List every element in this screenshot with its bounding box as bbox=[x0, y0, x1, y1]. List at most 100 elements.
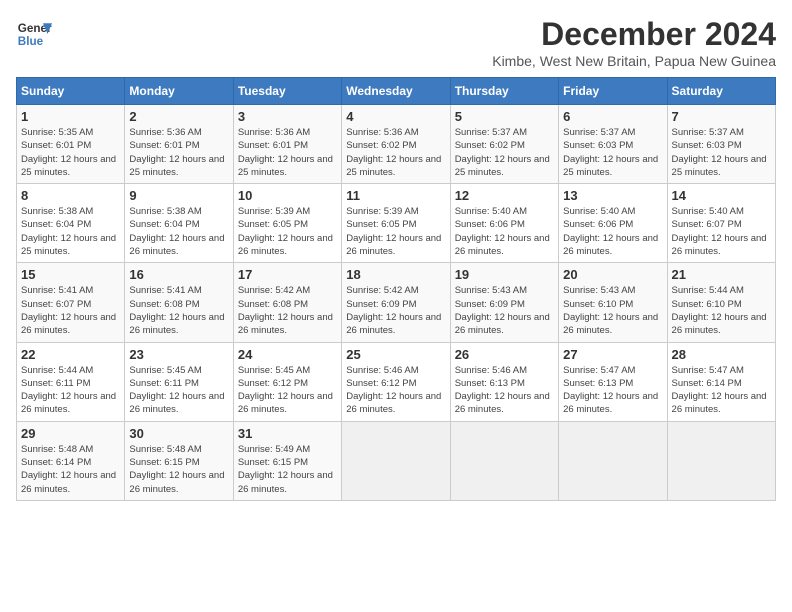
day-info: Sunrise: 5:45 AM Sunset: 6:11 PM Dayligh… bbox=[129, 364, 228, 417]
calendar-cell: 30 Sunrise: 5:48 AM Sunset: 6:15 PM Dayl… bbox=[125, 421, 233, 500]
svg-text:Blue: Blue bbox=[18, 35, 44, 48]
calendar-cell: 6 Sunrise: 5:37 AM Sunset: 6:03 PM Dayli… bbox=[559, 105, 667, 184]
calendar-cell: 31 Sunrise: 5:49 AM Sunset: 6:15 PM Dayl… bbox=[233, 421, 341, 500]
day-number: 18 bbox=[346, 267, 445, 282]
day-number: 2 bbox=[129, 109, 228, 124]
location-subtitle: Kimbe, West New Britain, Papua New Guine… bbox=[492, 53, 776, 69]
day-info: Sunrise: 5:36 AM Sunset: 6:01 PM Dayligh… bbox=[238, 126, 337, 179]
weekday-header: Friday bbox=[559, 78, 667, 105]
day-number: 20 bbox=[563, 267, 662, 282]
day-info: Sunrise: 5:37 AM Sunset: 6:03 PM Dayligh… bbox=[563, 126, 662, 179]
weekday-header: Sunday bbox=[17, 78, 125, 105]
day-info: Sunrise: 5:41 AM Sunset: 6:07 PM Dayligh… bbox=[21, 284, 120, 337]
day-number: 10 bbox=[238, 188, 337, 203]
calendar-week-row: 1 Sunrise: 5:35 AM Sunset: 6:01 PM Dayli… bbox=[17, 105, 776, 184]
day-info: Sunrise: 5:42 AM Sunset: 6:09 PM Dayligh… bbox=[346, 284, 445, 337]
day-info: Sunrise: 5:49 AM Sunset: 6:15 PM Dayligh… bbox=[238, 443, 337, 496]
weekday-header: Tuesday bbox=[233, 78, 341, 105]
weekday-header-row: SundayMondayTuesdayWednesdayThursdayFrid… bbox=[17, 78, 776, 105]
day-info: Sunrise: 5:38 AM Sunset: 6:04 PM Dayligh… bbox=[21, 205, 120, 258]
calendar-cell: 16 Sunrise: 5:41 AM Sunset: 6:08 PM Dayl… bbox=[125, 263, 233, 342]
day-number: 12 bbox=[455, 188, 554, 203]
calendar-cell: 26 Sunrise: 5:46 AM Sunset: 6:13 PM Dayl… bbox=[450, 342, 558, 421]
page-header: General Blue December 2024 Kimbe, West N… bbox=[16, 16, 776, 69]
calendar-cell: 4 Sunrise: 5:36 AM Sunset: 6:02 PM Dayli… bbox=[342, 105, 450, 184]
day-number: 4 bbox=[346, 109, 445, 124]
day-info: Sunrise: 5:46 AM Sunset: 6:13 PM Dayligh… bbox=[455, 364, 554, 417]
day-info: Sunrise: 5:39 AM Sunset: 6:05 PM Dayligh… bbox=[346, 205, 445, 258]
calendar-cell: 2 Sunrise: 5:36 AM Sunset: 6:01 PM Dayli… bbox=[125, 105, 233, 184]
day-number: 15 bbox=[21, 267, 120, 282]
day-info: Sunrise: 5:44 AM Sunset: 6:11 PM Dayligh… bbox=[21, 364, 120, 417]
calendar-cell: 29 Sunrise: 5:48 AM Sunset: 6:14 PM Dayl… bbox=[17, 421, 125, 500]
day-info: Sunrise: 5:38 AM Sunset: 6:04 PM Dayligh… bbox=[129, 205, 228, 258]
day-number: 29 bbox=[21, 426, 120, 441]
weekday-header: Saturday bbox=[667, 78, 775, 105]
day-info: Sunrise: 5:44 AM Sunset: 6:10 PM Dayligh… bbox=[672, 284, 771, 337]
calendar-week-row: 29 Sunrise: 5:48 AM Sunset: 6:14 PM Dayl… bbox=[17, 421, 776, 500]
day-number: 30 bbox=[129, 426, 228, 441]
day-info: Sunrise: 5:37 AM Sunset: 6:03 PM Dayligh… bbox=[672, 126, 771, 179]
calendar-cell: 9 Sunrise: 5:38 AM Sunset: 6:04 PM Dayli… bbox=[125, 184, 233, 263]
day-number: 5 bbox=[455, 109, 554, 124]
calendar-cell: 22 Sunrise: 5:44 AM Sunset: 6:11 PM Dayl… bbox=[17, 342, 125, 421]
day-info: Sunrise: 5:36 AM Sunset: 6:01 PM Dayligh… bbox=[129, 126, 228, 179]
calendar-cell: 20 Sunrise: 5:43 AM Sunset: 6:10 PM Dayl… bbox=[559, 263, 667, 342]
calendar-cell: 17 Sunrise: 5:42 AM Sunset: 6:08 PM Dayl… bbox=[233, 263, 341, 342]
day-number: 24 bbox=[238, 347, 337, 362]
day-number: 28 bbox=[672, 347, 771, 362]
day-info: Sunrise: 5:41 AM Sunset: 6:08 PM Dayligh… bbox=[129, 284, 228, 337]
day-number: 27 bbox=[563, 347, 662, 362]
calendar-table: SundayMondayTuesdayWednesdayThursdayFrid… bbox=[16, 77, 776, 501]
day-number: 7 bbox=[672, 109, 771, 124]
day-info: Sunrise: 5:43 AM Sunset: 6:09 PM Dayligh… bbox=[455, 284, 554, 337]
logo-icon: General Blue bbox=[16, 16, 52, 52]
title-area: December 2024 Kimbe, West New Britain, P… bbox=[492, 16, 776, 69]
calendar-cell: 11 Sunrise: 5:39 AM Sunset: 6:05 PM Dayl… bbox=[342, 184, 450, 263]
day-number: 16 bbox=[129, 267, 228, 282]
weekday-header: Thursday bbox=[450, 78, 558, 105]
calendar-cell: 3 Sunrise: 5:36 AM Sunset: 6:01 PM Dayli… bbox=[233, 105, 341, 184]
weekday-header: Monday bbox=[125, 78, 233, 105]
calendar-cell: 27 Sunrise: 5:47 AM Sunset: 6:13 PM Dayl… bbox=[559, 342, 667, 421]
calendar-cell: 24 Sunrise: 5:45 AM Sunset: 6:12 PM Dayl… bbox=[233, 342, 341, 421]
day-info: Sunrise: 5:40 AM Sunset: 6:07 PM Dayligh… bbox=[672, 205, 771, 258]
day-number: 3 bbox=[238, 109, 337, 124]
day-number: 11 bbox=[346, 188, 445, 203]
calendar-cell: 21 Sunrise: 5:44 AM Sunset: 6:10 PM Dayl… bbox=[667, 263, 775, 342]
day-number: 31 bbox=[238, 426, 337, 441]
calendar-cell bbox=[450, 421, 558, 500]
calendar-cell: 7 Sunrise: 5:37 AM Sunset: 6:03 PM Dayli… bbox=[667, 105, 775, 184]
calendar-cell: 19 Sunrise: 5:43 AM Sunset: 6:09 PM Dayl… bbox=[450, 263, 558, 342]
calendar-week-row: 22 Sunrise: 5:44 AM Sunset: 6:11 PM Dayl… bbox=[17, 342, 776, 421]
calendar-cell: 13 Sunrise: 5:40 AM Sunset: 6:06 PM Dayl… bbox=[559, 184, 667, 263]
calendar-cell: 23 Sunrise: 5:45 AM Sunset: 6:11 PM Dayl… bbox=[125, 342, 233, 421]
day-number: 23 bbox=[129, 347, 228, 362]
day-number: 21 bbox=[672, 267, 771, 282]
month-title: December 2024 bbox=[492, 16, 776, 53]
calendar-cell: 15 Sunrise: 5:41 AM Sunset: 6:07 PM Dayl… bbox=[17, 263, 125, 342]
day-info: Sunrise: 5:47 AM Sunset: 6:14 PM Dayligh… bbox=[672, 364, 771, 417]
day-info: Sunrise: 5:35 AM Sunset: 6:01 PM Dayligh… bbox=[21, 126, 120, 179]
day-number: 1 bbox=[21, 109, 120, 124]
day-info: Sunrise: 5:46 AM Sunset: 6:12 PM Dayligh… bbox=[346, 364, 445, 417]
calendar-cell: 5 Sunrise: 5:37 AM Sunset: 6:02 PM Dayli… bbox=[450, 105, 558, 184]
logo: General Blue bbox=[16, 16, 52, 52]
day-number: 25 bbox=[346, 347, 445, 362]
calendar-cell: 8 Sunrise: 5:38 AM Sunset: 6:04 PM Dayli… bbox=[17, 184, 125, 263]
day-number: 9 bbox=[129, 188, 228, 203]
day-number: 17 bbox=[238, 267, 337, 282]
day-info: Sunrise: 5:48 AM Sunset: 6:15 PM Dayligh… bbox=[129, 443, 228, 496]
weekday-header: Wednesday bbox=[342, 78, 450, 105]
day-number: 19 bbox=[455, 267, 554, 282]
calendar-cell: 25 Sunrise: 5:46 AM Sunset: 6:12 PM Dayl… bbox=[342, 342, 450, 421]
calendar-cell: 14 Sunrise: 5:40 AM Sunset: 6:07 PM Dayl… bbox=[667, 184, 775, 263]
day-number: 13 bbox=[563, 188, 662, 203]
day-info: Sunrise: 5:40 AM Sunset: 6:06 PM Dayligh… bbox=[563, 205, 662, 258]
calendar-cell bbox=[559, 421, 667, 500]
day-info: Sunrise: 5:48 AM Sunset: 6:14 PM Dayligh… bbox=[21, 443, 120, 496]
day-info: Sunrise: 5:45 AM Sunset: 6:12 PM Dayligh… bbox=[238, 364, 337, 417]
day-info: Sunrise: 5:43 AM Sunset: 6:10 PM Dayligh… bbox=[563, 284, 662, 337]
calendar-cell: 18 Sunrise: 5:42 AM Sunset: 6:09 PM Dayl… bbox=[342, 263, 450, 342]
day-number: 22 bbox=[21, 347, 120, 362]
